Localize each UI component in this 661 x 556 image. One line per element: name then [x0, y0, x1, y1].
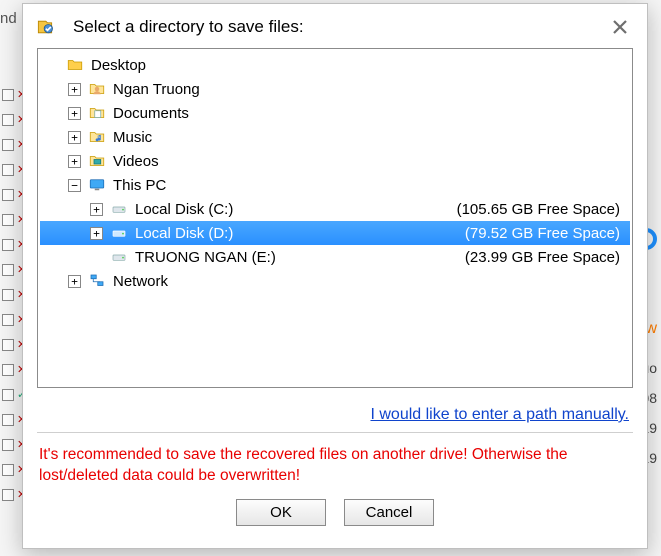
tree-item-label: Videos: [113, 153, 159, 170]
pc-icon: [87, 175, 107, 195]
expand-icon[interactable]: +: [68, 107, 81, 120]
tree-item-label: Desktop: [91, 57, 146, 74]
tree-item[interactable]: + Videos: [40, 149, 630, 173]
expander-none: [46, 59, 59, 72]
free-space-label: (105.65 GB Free Space): [417, 201, 620, 218]
tree-item-desktop[interactable]: Desktop: [40, 53, 630, 77]
expand-icon[interactable]: +: [68, 131, 81, 144]
drive-icon: [109, 223, 129, 243]
tree-item[interactable]: + Local Disk (D:) (79.52 GB Free Space): [40, 221, 630, 245]
tree-item[interactable]: TRUONG NGAN (E:) (23.99 GB Free Space): [40, 245, 630, 269]
cancel-button[interactable]: Cancel: [344, 499, 434, 526]
expand-icon[interactable]: +: [90, 227, 103, 240]
music-icon: [87, 127, 107, 147]
close-button[interactable]: [607, 14, 633, 40]
manual-path-row: I would like to enter a path manually.: [37, 388, 633, 433]
app-icon: [35, 17, 55, 37]
network-icon: [87, 271, 107, 291]
docs-icon: [87, 103, 107, 123]
expand-icon[interactable]: +: [68, 83, 81, 96]
dialog-buttons: OK Cancel: [37, 491, 633, 538]
tree-item[interactable]: − This PC: [40, 173, 630, 197]
ok-button[interactable]: OK: [236, 499, 326, 526]
expand-icon[interactable]: +: [68, 155, 81, 168]
tree-item[interactable]: + Local Disk (C:) (105.65 GB Free Space): [40, 197, 630, 221]
tree-item[interactable]: + Network: [40, 269, 630, 293]
overwrite-warning: It's recommended to save the recovered f…: [37, 433, 633, 491]
collapse-icon[interactable]: −: [68, 179, 81, 192]
tree-item[interactable]: + Music: [40, 125, 630, 149]
manual-path-link[interactable]: I would like to enter a path manually.: [370, 406, 629, 423]
videos-icon: [87, 151, 107, 171]
save-directory-dialog: Select a directory to save files: Deskto…: [22, 3, 648, 549]
expand-icon[interactable]: +: [68, 275, 81, 288]
user-icon: [87, 79, 107, 99]
tree-item-label: TRUONG NGAN (E:): [135, 249, 276, 266]
expander-none: [90, 251, 103, 264]
tree-item-label: Local Disk (C:): [135, 201, 233, 218]
free-space-label: (23.99 GB Free Space): [425, 249, 620, 266]
dialog-title: Select a directory to save files:: [73, 17, 595, 37]
tree-item-label: Ngan Truong: [113, 81, 200, 98]
expand-icon[interactable]: +: [90, 203, 103, 216]
drive-icon: [109, 247, 129, 267]
tree-item[interactable]: + Ngan Truong: [40, 77, 630, 101]
free-space-label: (79.52 GB Free Space): [425, 225, 620, 242]
folder-icon: [65, 55, 85, 75]
tree-item[interactable]: + Documents: [40, 101, 630, 125]
tree-item-label: Documents: [113, 105, 189, 122]
tree-item-label: Network: [113, 273, 168, 290]
drive-icon: [109, 199, 129, 219]
tree-item-label: Local Disk (D:): [135, 225, 233, 242]
tree-item-label: Music: [113, 129, 152, 146]
directory-tree[interactable]: Desktop + Ngan Truong + Documents + Music + Vid…: [37, 48, 633, 388]
dialog-header: Select a directory to save files:: [23, 4, 647, 48]
tree-item-label: This PC: [113, 177, 166, 194]
